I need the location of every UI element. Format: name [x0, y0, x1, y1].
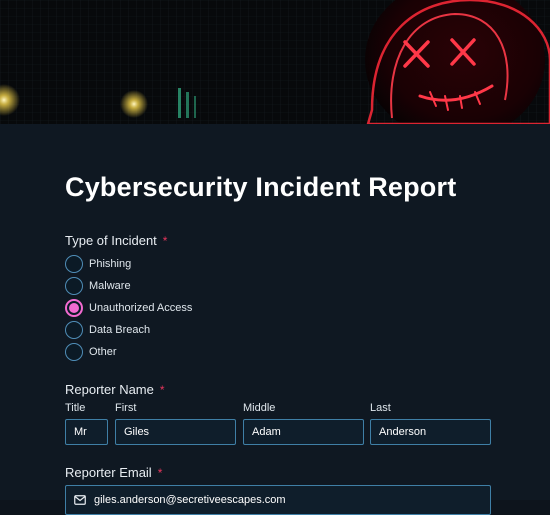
radio-option-unauthorized-access[interactable]: Unauthorized Access — [65, 299, 192, 317]
form-title: Cybersecurity Incident Report — [65, 172, 457, 202]
radio-button[interactable] — [65, 343, 83, 361]
header-banner-image — [0, 0, 550, 124]
reporter-name-label: Reporter Name * — [65, 382, 165, 397]
first-name-label: First — [115, 402, 137, 414]
hacker-mask-image — [0, 0, 550, 124]
incident-type-label-text: Type of Incident — [65, 233, 157, 248]
required-asterisk: * — [159, 383, 165, 397]
email-value: giles.anderson@secretiveescapes.com — [94, 494, 286, 506]
middle-name-label: Middle — [243, 402, 276, 414]
name-title-label: Title — [65, 402, 86, 414]
envelope-icon — [74, 495, 86, 505]
radio-label: Data Breach — [89, 324, 151, 336]
incident-type-label: Type of Incident * — [65, 233, 167, 248]
radio-option-malware[interactable]: Malware — [65, 277, 131, 295]
radio-button[interactable] — [65, 277, 83, 295]
radio-button[interactable] — [65, 255, 83, 273]
last-name-input[interactable]: Anderson — [370, 419, 491, 445]
radio-option-data-breach[interactable]: Data Breach — [65, 321, 150, 339]
radio-option-phishing[interactable]: Phishing — [65, 255, 131, 273]
incident-form: Cybersecurity Incident Report Type of In… — [0, 124, 550, 515]
radio-label: Malware — [89, 280, 131, 292]
radio-label: Other — [89, 346, 117, 358]
middle-name-input[interactable]: Adam — [243, 419, 364, 445]
reporter-name-label-text: Reporter Name — [65, 382, 154, 397]
reporter-email-label-text: Reporter Email — [65, 465, 152, 480]
radio-selected-dot — [69, 303, 79, 313]
radio-option-other[interactable]: Other — [65, 343, 117, 361]
radio-label: Unauthorized Access — [89, 302, 193, 314]
radio-label: Phishing — [89, 258, 132, 270]
reporter-email-input[interactable]: giles.anderson@secretiveescapes.com — [65, 485, 491, 515]
radio-button[interactable] — [65, 321, 83, 339]
reporter-email-label: Reporter Email * — [65, 465, 162, 480]
radio-button-selected[interactable] — [65, 299, 83, 317]
required-asterisk: * — [162, 234, 168, 248]
first-name-input[interactable]: Giles — [115, 419, 236, 445]
name-title-input[interactable]: Mr — [65, 419, 108, 445]
last-name-label: Last — [370, 402, 391, 414]
required-asterisk: * — [157, 466, 163, 480]
